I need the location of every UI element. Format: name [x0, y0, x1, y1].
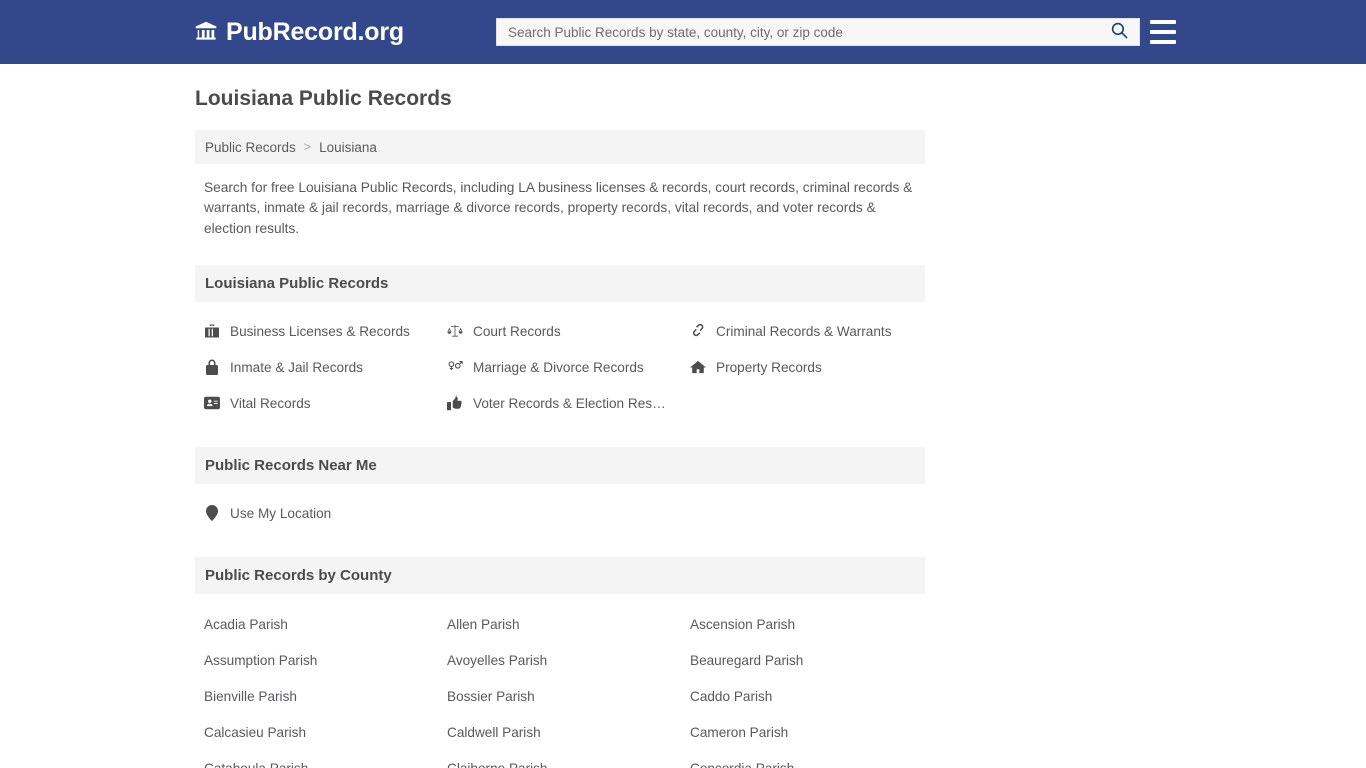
intro-paragraph: Search for free Louisiana Public Records…: [204, 180, 913, 236]
home-icon: [690, 359, 706, 375]
hamburger-menu-icon-bar: [1150, 20, 1176, 24]
county-link[interactable]: Catahoula Parish: [204, 750, 447, 768]
section-heading-public-records-by-county: Public Records by County: [195, 557, 925, 595]
link-label: Court Records: [473, 323, 561, 339]
content-column: Louisiana Public Records Public Records …: [195, 64, 925, 768]
breadcrumb-item-louisiana: Louisiana: [319, 139, 377, 155]
handcuffs-icon: [690, 323, 706, 339]
breadcrumb-item-public-records[interactable]: Public Records: [205, 140, 296, 155]
brand-logo[interactable]: PubRecord.org: [195, 18, 404, 46]
link-business-licenses-records[interactable]: Business Licenses & Records: [204, 313, 447, 349]
hamburger-menu-icon-bar: [1150, 40, 1176, 44]
lock-icon: [204, 359, 220, 376]
hamburger-menu-button[interactable]: [1150, 20, 1176, 44]
search-bar: [496, 18, 1140, 46]
balance-scale-icon: [447, 323, 463, 339]
address-card-icon: [204, 395, 220, 411]
link-court-records[interactable]: Court Records: [447, 313, 690, 349]
link-marriage-divorce-records[interactable]: Marriage & Divorce Records: [447, 349, 690, 385]
section-heading-public-records-near-me: Public Records Near Me: [195, 447, 925, 485]
link-vital-records[interactable]: Vital Records: [204, 385, 447, 421]
university-icon: [195, 21, 217, 43]
county-link[interactable]: Ascension Parish: [690, 606, 933, 642]
county-link[interactable]: Avoyelles Parish: [447, 642, 690, 678]
map-pin-icon: [204, 505, 220, 522]
link-label: Inmate & Jail Records: [230, 359, 363, 375]
link-label: Voter Records & Election Res…: [473, 395, 666, 411]
breadcrumb: Public Records > Louisiana: [195, 130, 925, 164]
thumbs-up-icon: [447, 395, 463, 411]
county-link[interactable]: Cameron Parish: [690, 714, 933, 750]
county-link[interactable]: Beauregard Parish: [690, 642, 933, 678]
link-property-records[interactable]: Property Records: [690, 349, 933, 385]
link-voter-records-election-results[interactable]: Voter Records & Election Res…: [447, 385, 690, 421]
page-title: Louisiana Public Records: [195, 87, 452, 110]
county-link[interactable]: Calcasieu Parish: [204, 714, 447, 750]
link-use-my-location[interactable]: Use My Location: [204, 495, 925, 531]
county-link[interactable]: Allen Parish: [447, 606, 690, 642]
county-links: Acadia Parish Allen Parish Ascension Par…: [195, 606, 925, 768]
near-me-links: Use My Location: [195, 495, 925, 531]
county-link[interactable]: Bossier Parish: [447, 678, 690, 714]
record-type-links: Business Licenses & Records Court Record…: [195, 313, 925, 421]
county-link[interactable]: Caddo Parish: [690, 678, 933, 714]
briefcase-icon: [204, 323, 220, 339]
breadcrumb-separator-icon: >: [303, 140, 312, 154]
brand-name: PubRecord.org: [226, 18, 404, 46]
venus-mars-icon: [447, 359, 463, 375]
section-heading-louisiana-public-records: Louisiana Public Records: [195, 265, 925, 303]
link-inmate-jail-records[interactable]: Inmate & Jail Records: [204, 349, 447, 385]
link-label: Use My Location: [230, 505, 332, 521]
county-link[interactable]: Assumption Parish: [204, 642, 447, 678]
link-criminal-records-warrants[interactable]: Criminal Records & Warrants: [690, 313, 933, 349]
county-link[interactable]: Acadia Parish: [204, 606, 447, 642]
search-input[interactable]: [497, 19, 1099, 45]
link-label: Business Licenses & Records: [230, 323, 410, 339]
county-link[interactable]: Caldwell Parish: [447, 714, 690, 750]
link-label: Vital Records: [230, 395, 311, 411]
site-header: PubRecord.org: [0, 0, 1366, 64]
link-label: Marriage & Divorce Records: [473, 359, 644, 375]
search-button[interactable]: [1099, 19, 1139, 45]
county-link[interactable]: Bienville Parish: [204, 678, 447, 714]
page-body: Louisiana Public Records Public Records …: [0, 64, 1366, 768]
county-link[interactable]: Claiborne Parish: [447, 750, 690, 768]
link-label: Property Records: [716, 359, 822, 375]
county-link[interactable]: Concordia Parish: [690, 750, 933, 768]
link-label: Criminal Records & Warrants: [716, 323, 892, 339]
search-icon: [1111, 22, 1128, 42]
hamburger-menu-icon-bar: [1150, 30, 1176, 34]
